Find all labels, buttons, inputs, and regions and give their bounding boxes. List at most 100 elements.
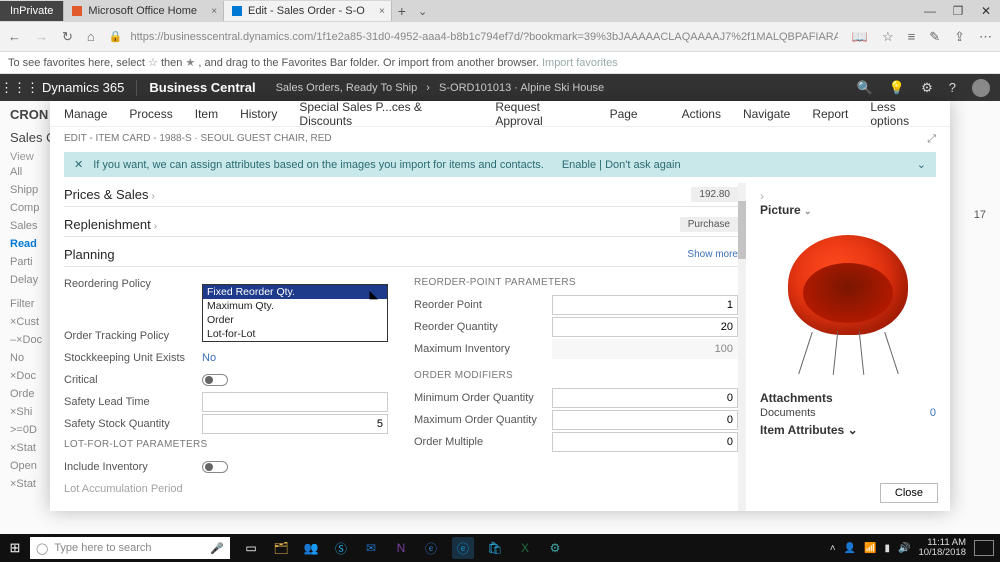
picture-header[interactable]: Picture ⌄ bbox=[760, 203, 936, 217]
tab-inprivate[interactable]: InPrivate bbox=[0, 1, 64, 21]
info-enable-link[interactable]: Enable bbox=[562, 159, 596, 171]
reading-view-icon[interactable]: 📖 bbox=[852, 29, 868, 45]
chevron-down-icon[interactable]: ⌄ bbox=[804, 206, 812, 216]
tab-sales-order[interactable]: Edit - Sales Order - S-O× bbox=[224, 1, 392, 21]
chevron-down-icon[interactable]: ⌄ bbox=[848, 423, 858, 437]
item-attributes-header[interactable]: Item Attributes ⌄ bbox=[760, 423, 936, 437]
menu-item[interactable]: Item bbox=[195, 107, 218, 121]
breadcrumb-2[interactable]: S-ORD101013 · Alpine Ski House bbox=[439, 82, 604, 94]
max-order-qty-input[interactable] bbox=[552, 410, 738, 430]
safety-stock-input[interactable] bbox=[202, 414, 388, 434]
onenote-icon[interactable]: N bbox=[392, 539, 410, 557]
menu-report[interactable]: Report bbox=[812, 107, 848, 121]
search-icon[interactable]: 🔍 bbox=[857, 80, 873, 96]
forward-button[interactable]: → bbox=[35, 29, 48, 44]
task-view-icon[interactable]: ▭ bbox=[242, 539, 260, 557]
menu-special[interactable]: Special Sales P...ces & Discounts bbox=[299, 100, 473, 128]
chevron-down-icon[interactable]: ⌄ bbox=[917, 158, 926, 171]
tab-office[interactable]: Microsoft Office Home× bbox=[64, 1, 224, 21]
volume-icon[interactable]: 🔊 bbox=[898, 543, 910, 554]
clock[interactable]: 11:11 AM 10/18/2018 bbox=[918, 538, 966, 559]
critical-toggle[interactable] bbox=[202, 374, 228, 386]
reorder-quantity-input[interactable] bbox=[552, 317, 738, 337]
start-button[interactable]: ⊞ bbox=[0, 540, 30, 556]
menu-request-approval[interactable]: Request Approval bbox=[495, 100, 587, 128]
help-icon[interactable]: ? bbox=[949, 80, 956, 95]
menu-manage[interactable]: Manage bbox=[64, 107, 107, 121]
ie-icon[interactable]: ⓔ bbox=[422, 539, 440, 557]
include-inventory-toggle[interactable] bbox=[202, 461, 228, 473]
app-name[interactable]: Business Central bbox=[137, 80, 267, 95]
attachments-header[interactable]: Attachments bbox=[760, 391, 936, 405]
option-fixed-reorder[interactable]: Fixed Reorder Qty. bbox=[203, 285, 387, 299]
reorder-point-input[interactable] bbox=[552, 295, 738, 315]
order-multiple-input[interactable] bbox=[552, 432, 738, 452]
settings-gear-icon[interactable]: ⚙ bbox=[921, 80, 933, 96]
close-icon[interactable]: × bbox=[379, 6, 385, 17]
menu-page[interactable]: Page bbox=[610, 107, 638, 121]
tray-chevron-up-icon[interactable]: ˄ bbox=[830, 543, 836, 554]
address-bar[interactable]: 🔒 https://businesscentral.dynamics.com/1… bbox=[109, 30, 838, 43]
window-close-button[interactable]: ✕ bbox=[972, 4, 1000, 18]
min-order-qty-input[interactable] bbox=[552, 388, 738, 408]
battery-icon[interactable]: ▮ bbox=[884, 543, 890, 554]
menu-less-options[interactable]: Less options bbox=[870, 100, 936, 128]
factbox-next-icon[interactable]: › bbox=[760, 189, 936, 203]
option-order[interactable]: Order bbox=[203, 313, 387, 327]
skype-icon[interactable]: Ⓢ bbox=[332, 539, 350, 557]
action-center-icon[interactable] bbox=[974, 540, 994, 556]
file-explorer-icon[interactable]: 🗂 bbox=[272, 539, 290, 557]
window-restore-button[interactable]: ❐ bbox=[944, 4, 972, 18]
settings-icon[interactable]: ⚙ bbox=[546, 539, 564, 557]
app-launcher-icon[interactable]: ⋮⋮⋮ bbox=[0, 80, 30, 96]
option-lot-for-lot[interactable]: Lot-for-Lot bbox=[203, 327, 387, 341]
close-button[interactable]: Close bbox=[880, 483, 938, 503]
excel-icon[interactable]: X bbox=[516, 539, 534, 557]
mouse-cursor-icon: ◣ bbox=[370, 288, 378, 301]
menu-navigate[interactable]: Navigate bbox=[743, 107, 790, 121]
brand-label[interactable]: Dynamics 365 bbox=[30, 80, 136, 95]
collapse-icon[interactable]: ⤢ bbox=[927, 133, 936, 146]
safety-lead-time-input[interactable] bbox=[202, 392, 388, 412]
user-avatar[interactable] bbox=[972, 79, 990, 97]
url-text: https://businesscentral.dynamics.com/1f1… bbox=[130, 31, 837, 43]
home-button[interactable]: ⌂ bbox=[87, 29, 95, 44]
scrollbar-thumb[interactable] bbox=[738, 201, 746, 259]
menu-history[interactable]: History bbox=[240, 107, 277, 121]
edge-icon[interactable]: ⓔ bbox=[452, 537, 474, 559]
notifications-icon[interactable]: 💡 bbox=[889, 80, 905, 96]
people-icon[interactable]: 👤 bbox=[844, 543, 856, 554]
settings-more-icon[interactable]: ⋯ bbox=[979, 29, 992, 45]
taskbar-search[interactable]: ◯ Type here to search 🎤 bbox=[30, 537, 230, 559]
favorites-list-icon[interactable]: ≡ bbox=[908, 29, 916, 44]
search-placeholder: Type here to search bbox=[54, 542, 151, 554]
documents-count[interactable]: 0 bbox=[930, 407, 936, 419]
mic-icon[interactable]: 🎤 bbox=[210, 542, 224, 555]
breadcrumb-1[interactable]: Sales Orders, Ready To Ship bbox=[276, 82, 418, 94]
notes-icon[interactable]: ✎ bbox=[929, 29, 940, 45]
menu-actions[interactable]: Actions bbox=[682, 107, 721, 121]
wifi-icon[interactable]: 📶 bbox=[864, 543, 876, 554]
menu-process[interactable]: Process bbox=[129, 107, 172, 121]
share-icon[interactable]: ⇪ bbox=[954, 29, 965, 45]
section-replenishment[interactable]: Replenishment› bbox=[64, 217, 157, 232]
option-maximum-qty[interactable]: Maximum Qty. bbox=[203, 299, 387, 313]
window-minimize-button[interactable]: — bbox=[916, 4, 944, 18]
close-icon[interactable]: × bbox=[211, 6, 217, 17]
content-scrollbar[interactable] bbox=[738, 183, 746, 511]
tab-overflow-icon[interactable]: ⌄ bbox=[412, 5, 433, 18]
teams-icon[interactable]: 👥 bbox=[302, 539, 320, 557]
show-more-link[interactable]: Show more bbox=[687, 249, 738, 260]
section-planning[interactable]: Planning bbox=[64, 247, 115, 262]
sku-exists-value[interactable]: No bbox=[202, 352, 388, 364]
info-dont-ask-link[interactable]: Don't ask again bbox=[605, 159, 680, 171]
import-favorites-link[interactable]: Import favorites bbox=[542, 57, 618, 69]
store-icon[interactable]: 🛍 bbox=[486, 539, 504, 557]
outlook-icon[interactable]: ✉ bbox=[362, 539, 380, 557]
favorite-star-icon[interactable]: ☆ bbox=[882, 29, 894, 45]
new-tab-button[interactable]: + bbox=[392, 3, 412, 19]
info-dismiss-icon[interactable]: ✕ bbox=[74, 158, 83, 171]
section-prices-sales[interactable]: Prices & Sales› bbox=[64, 187, 155, 202]
refresh-button[interactable]: ↻ bbox=[62, 29, 73, 45]
back-button[interactable]: ← bbox=[8, 29, 21, 44]
